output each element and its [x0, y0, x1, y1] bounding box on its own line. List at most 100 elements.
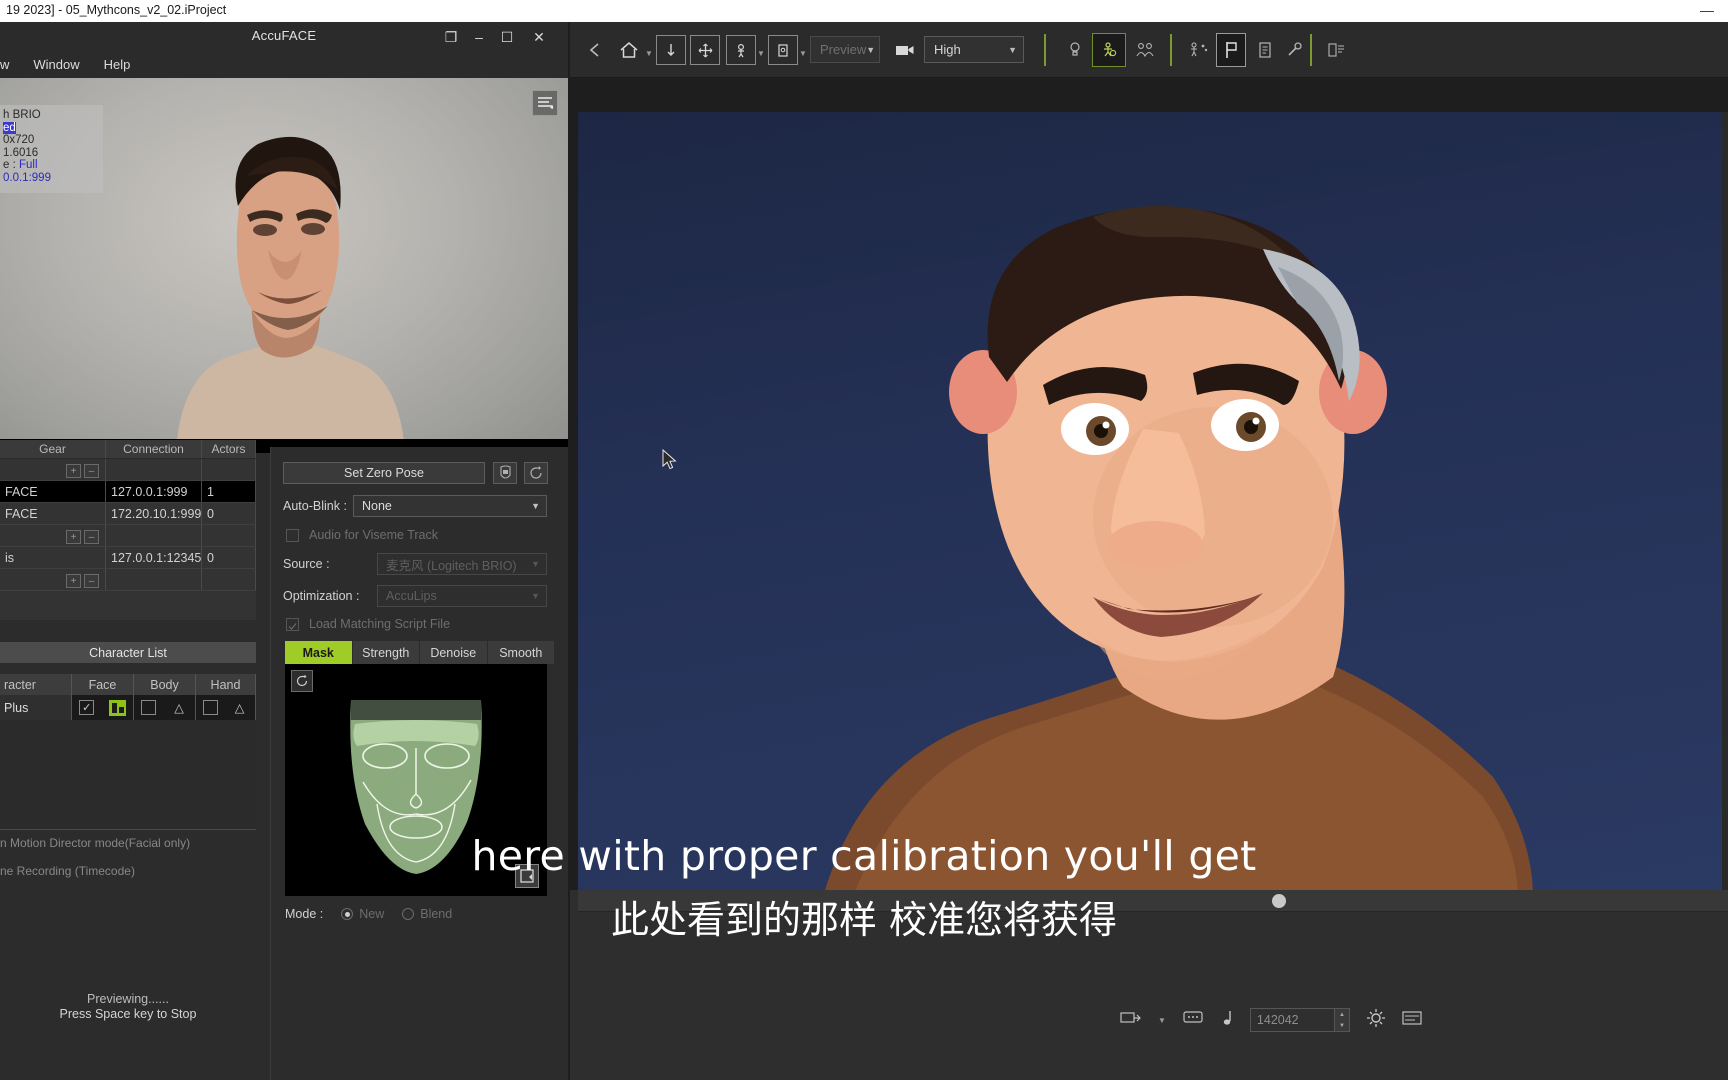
toolbar-character-icon[interactable]: ▼ — [726, 32, 766, 68]
gear-icon[interactable] — [1366, 1008, 1386, 1033]
accuface-menubar: w Window Help — [0, 51, 568, 78]
preview-combo[interactable]: Preview ▼ — [810, 36, 880, 63]
webcam-settings-icon[interactable] — [532, 90, 558, 116]
face-checkbox[interactable]: ✓ — [79, 700, 95, 715]
table-row[interactable]: FACE 172.20.10.1:999 0 — [0, 503, 256, 525]
table-row[interactable]: + – — [0, 569, 256, 591]
device-remove-button[interactable]: – — [84, 530, 99, 544]
source-dropdown[interactable]: 麦克风 (Logitech BRIO) ▼ — [377, 553, 547, 575]
table-row[interactable]: + – — [0, 525, 256, 547]
quality-combo-value: High — [934, 42, 961, 57]
toolbar-camera-icon[interactable] — [890, 32, 920, 68]
table-row[interactable]: + – — [0, 459, 256, 481]
toolbar-motion-icon[interactable] — [1184, 32, 1214, 68]
toolbar-flag-button[interactable] — [1216, 33, 1246, 67]
hand-checkbox[interactable] — [202, 700, 218, 715]
table-row[interactable]: Plus ✓ △ △ — [0, 695, 256, 720]
audio-viseme-checkbox[interactable] — [286, 529, 299, 542]
menu-item-help[interactable]: Help — [104, 57, 131, 72]
toolbar-transform-icon[interactable] — [690, 32, 720, 68]
accuface-minimize-button[interactable]: – — [466, 26, 492, 48]
overlay-line-1: h BRIO — [3, 109, 41, 121]
toolbar-motion-live-button[interactable] — [1092, 33, 1126, 67]
device-actors: 0 — [202, 547, 256, 568]
character-table: racter Face Body Hand Plus ✓ △ △ — [0, 674, 256, 720]
viewport-3d[interactable] — [578, 112, 1728, 890]
toolbar-wrench-icon[interactable] — [1280, 32, 1310, 68]
device-add-button[interactable]: + — [66, 530, 81, 544]
device-add-button[interactable]: + — [66, 574, 81, 588]
set-zero-pose-button[interactable]: Set Zero Pose — [283, 462, 485, 484]
audio-viseme-label: Audio for Viseme Track — [309, 528, 438, 542]
body-checkbox[interactable] — [141, 700, 156, 715]
toolbar-separator-3 — [1310, 34, 1312, 66]
accuface-settings-panel: Set Zero Pose Auto-Blink : None ▼ Audio … — [270, 447, 568, 1080]
accuface-close-button[interactable]: ✕ — [526, 26, 552, 48]
tab-denoise[interactable]: Denoise — [420, 641, 488, 664]
device-remove-button[interactable]: – — [84, 574, 99, 588]
mask-tabs: Mask Strength Denoise Smooth — [285, 641, 555, 664]
device-remove-button[interactable]: – — [84, 464, 99, 478]
tab-smooth[interactable]: Smooth — [487, 641, 555, 664]
subtitle-english: here with proper calibration you'll get — [471, 832, 1257, 880]
overlay-line-3: 0x720 — [3, 134, 35, 147]
list-view-icon[interactable] — [1402, 1010, 1422, 1030]
quality-combo[interactable]: High ▼ — [924, 36, 1024, 63]
speech-bubble-icon[interactable] — [1182, 1010, 1204, 1031]
chevron-down-icon[interactable]: ▼ — [1158, 1016, 1166, 1025]
device-col-connection: Connection — [106, 440, 202, 458]
timecode-field[interactable]: 142042 ▲ ▼ — [1249, 1008, 1350, 1032]
optimization-dropdown[interactable]: AccuLips ▼ — [377, 585, 547, 607]
table-row[interactable]: is 127.0.0.1:12345 0 — [0, 547, 256, 569]
device-col-actors: Actors — [202, 440, 256, 458]
tab-mask[interactable]: Mask — [285, 641, 353, 664]
reset-icon[interactable] — [524, 462, 548, 484]
device-table-header: Gear Connection Actors — [0, 440, 256, 459]
mask-reset-icon[interactable] — [291, 670, 313, 692]
chevron-down-icon: ▼ — [531, 559, 540, 569]
host-titlebar: 19 2023] - 05_Mythcons_v2_02.iProject — — [0, 0, 1728, 22]
webcam-preview[interactable]: h BRIO ed 0x720 1.6016 e : Full 0.0.1:99… — [0, 78, 568, 453]
accuface-titlebar[interactable]: AccuFACE ❐ – ☐ ✕ — [0, 22, 568, 51]
loop-icon[interactable] — [1120, 1010, 1142, 1031]
device-connection: 127.0.0.1:12345 — [106, 547, 202, 568]
tab-strength[interactable]: Strength — [352, 641, 420, 664]
host-toolbar: ▼ ▼ ▼ Preview ▼ High ▼ — [570, 22, 1728, 78]
timecode-stepper[interactable]: ▲ ▼ — [1333, 1009, 1349, 1031]
auto-blink-dropdown[interactable]: None ▼ — [353, 495, 547, 517]
toolbar-prop-caret[interactable]: ▼ — [798, 36, 808, 64]
load-script-checkbox[interactable] — [286, 618, 299, 631]
audio-note-icon[interactable] — [1220, 1009, 1234, 1032]
toolbar-import-icon[interactable] — [656, 32, 686, 68]
char-col-character: racter — [0, 674, 72, 695]
stepper-down[interactable]: ▼ — [1333, 1020, 1349, 1031]
character-list-body[interactable] — [0, 720, 256, 830]
stepper-up[interactable]: ▲ — [1333, 1009, 1349, 1020]
device-table: Gear Connection Actors + – FACE 127.0.0.… — [0, 440, 256, 620]
chevron-down-icon: ▼ — [866, 44, 876, 55]
toolbar-prop-icon[interactable]: ▼ — [768, 32, 808, 68]
webcam-info-overlay: h BRIO ed 0x720 1.6016 e : Full 0.0.1:99… — [0, 105, 103, 193]
accuface-maximize-button[interactable]: ☐ — [494, 26, 520, 48]
toolbar-group-icon[interactable] — [1130, 32, 1160, 68]
toolbar-character-caret[interactable]: ▼ — [756, 36, 766, 64]
chevron-down-icon: ▼ — [1008, 44, 1017, 55]
load-script-label: Load Matching Script File — [309, 617, 451, 631]
face-calibrate-icon[interactable] — [493, 462, 517, 484]
hand-warning-icon: △ — [234, 701, 245, 715]
toolbar-clipboard-icon[interactable] — [1250, 32, 1280, 68]
table-row[interactable]: FACE 127.0.0.1:999 1 — [0, 481, 256, 503]
menu-item-window[interactable]: Window — [33, 57, 79, 72]
toolbar-home-caret[interactable]: ▼ — [644, 36, 654, 64]
toolbar-light-icon[interactable] — [1060, 32, 1090, 68]
toolbar-back-icon[interactable] — [580, 32, 610, 68]
menu-item-view[interactable]: w — [0, 57, 9, 72]
host-title-text: 19 2023] - 05_Mythcons_v2_02.iProject — [6, 3, 227, 17]
source-label: Source : — [283, 557, 330, 571]
device-add-button[interactable]: + — [66, 464, 81, 478]
host-minimize-button[interactable]: — — [1700, 2, 1714, 18]
face-active-icon[interactable] — [108, 699, 126, 716]
toolbar-render-icon[interactable] — [1322, 32, 1352, 68]
toolbar-home-icon[interactable]: ▼ — [614, 32, 654, 68]
accuface-restore-button[interactable]: ❐ — [438, 26, 464, 48]
